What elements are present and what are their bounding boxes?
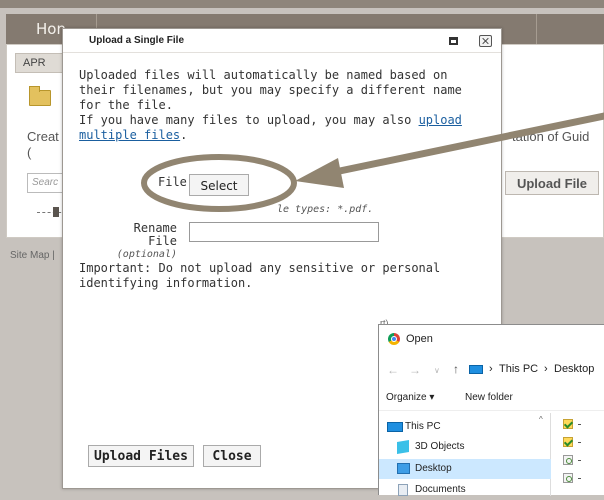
breadcrumb-separator: › xyxy=(489,363,493,375)
rename-optional-hint: (optional) xyxy=(116,249,177,260)
multi-upload-suffix: . xyxy=(180,128,188,142)
close-icon[interactable] xyxy=(479,35,492,47)
nav-separator xyxy=(536,14,537,44)
breadcrumb-desktop[interactable]: Desktop xyxy=(554,363,594,375)
open-file-dialog: Open ← → ∨ ↑ › This PC › Desktop Organiz… xyxy=(378,324,604,496)
3d-objects-icon xyxy=(397,439,409,455)
rename-file-label: Rename File (optional) xyxy=(99,222,177,261)
slider-handle[interactable] xyxy=(53,207,59,217)
multi-upload-prefix: If you have many files to upload, you ma… xyxy=(79,113,419,127)
intro-text: Uploaded files will automatically be nam… xyxy=(79,68,462,112)
file-label: File xyxy=(158,175,187,189)
multi-upload-text: If you have many files to upload, you ma… xyxy=(79,113,489,143)
back-arrow-icon[interactable]: ← xyxy=(387,363,399,377)
maximize-icon[interactable] xyxy=(449,37,458,45)
forward-arrow-icon[interactable]: → xyxy=(409,363,421,377)
file-icon[interactable] xyxy=(563,455,573,465)
top-strip xyxy=(0,0,604,8)
nav-item-documents[interactable]: Documents xyxy=(379,480,551,500)
open-dialog-toolbar: Organize ▾ New folder xyxy=(379,387,604,411)
nav-item-label: Desktop xyxy=(415,463,452,474)
nav-item-3d-objects[interactable]: 3D Objects xyxy=(379,437,551,457)
organize-menu[interactable]: Organize ▾ xyxy=(386,392,434,403)
chrome-icon xyxy=(388,333,400,345)
file-icon[interactable] xyxy=(563,419,573,429)
file-icon[interactable] xyxy=(563,437,573,447)
breadcrumb-this-pc[interactable]: This PC xyxy=(499,363,538,375)
upload-files-button[interactable]: Upload Files xyxy=(88,445,194,467)
file-list xyxy=(551,413,604,496)
breadcrumb-separator: › xyxy=(544,363,548,375)
nav-item-desktop[interactable]: Desktop xyxy=(379,459,551,479)
footer-links[interactable]: Site Map | xyxy=(10,250,55,261)
file-name-fragment xyxy=(578,478,581,479)
desktop-icon xyxy=(397,463,410,474)
scroll-up-icon[interactable]: ^ xyxy=(539,415,543,424)
file-name-fragment xyxy=(578,424,581,425)
nav-item-label: Documents xyxy=(415,484,466,495)
select-file-button[interactable]: Select xyxy=(189,174,249,196)
up-arrow-icon[interactable]: ↑ xyxy=(453,362,459,376)
file-name-fragment xyxy=(578,442,581,443)
new-folder-button[interactable]: New folder xyxy=(465,392,513,403)
recent-dropdown-icon[interactable]: ∨ xyxy=(434,366,440,375)
modal-titlebar: Upload a Single File xyxy=(63,29,501,53)
upload-file-button[interactable]: Upload File xyxy=(505,171,599,195)
modal-title: Upload a Single File xyxy=(89,35,185,46)
file-icon[interactable] xyxy=(563,473,573,483)
open-dialog-titlebar: Open xyxy=(379,325,604,353)
rename-file-label-text: Rename File xyxy=(133,221,177,248)
address-bar: ← → ∨ ↑ › This PC › Desktop xyxy=(379,353,604,385)
computer-icon xyxy=(387,422,403,432)
this-pc-icon xyxy=(469,365,483,374)
nav-item-label: 3D Objects xyxy=(415,441,465,452)
navigation-pane: This PC 3D Objects Desktop Documents xyxy=(379,413,551,496)
file-name-fragment xyxy=(578,460,581,461)
description-text-fragment: tation of Guid xyxy=(512,129,590,144)
nav-item-label: This PC xyxy=(405,421,441,432)
documents-icon xyxy=(398,484,408,496)
open-dialog-title: Open xyxy=(406,333,433,345)
nav-item-this-pc[interactable]: This PC xyxy=(379,417,551,437)
rename-file-input[interactable] xyxy=(189,222,379,242)
folder-icon xyxy=(29,86,51,106)
file-types-hint: le types: *.pdf. xyxy=(277,204,374,215)
important-notice: Important: Do not upload any sensitive o… xyxy=(79,261,441,290)
close-button[interactable]: Close xyxy=(203,445,261,467)
